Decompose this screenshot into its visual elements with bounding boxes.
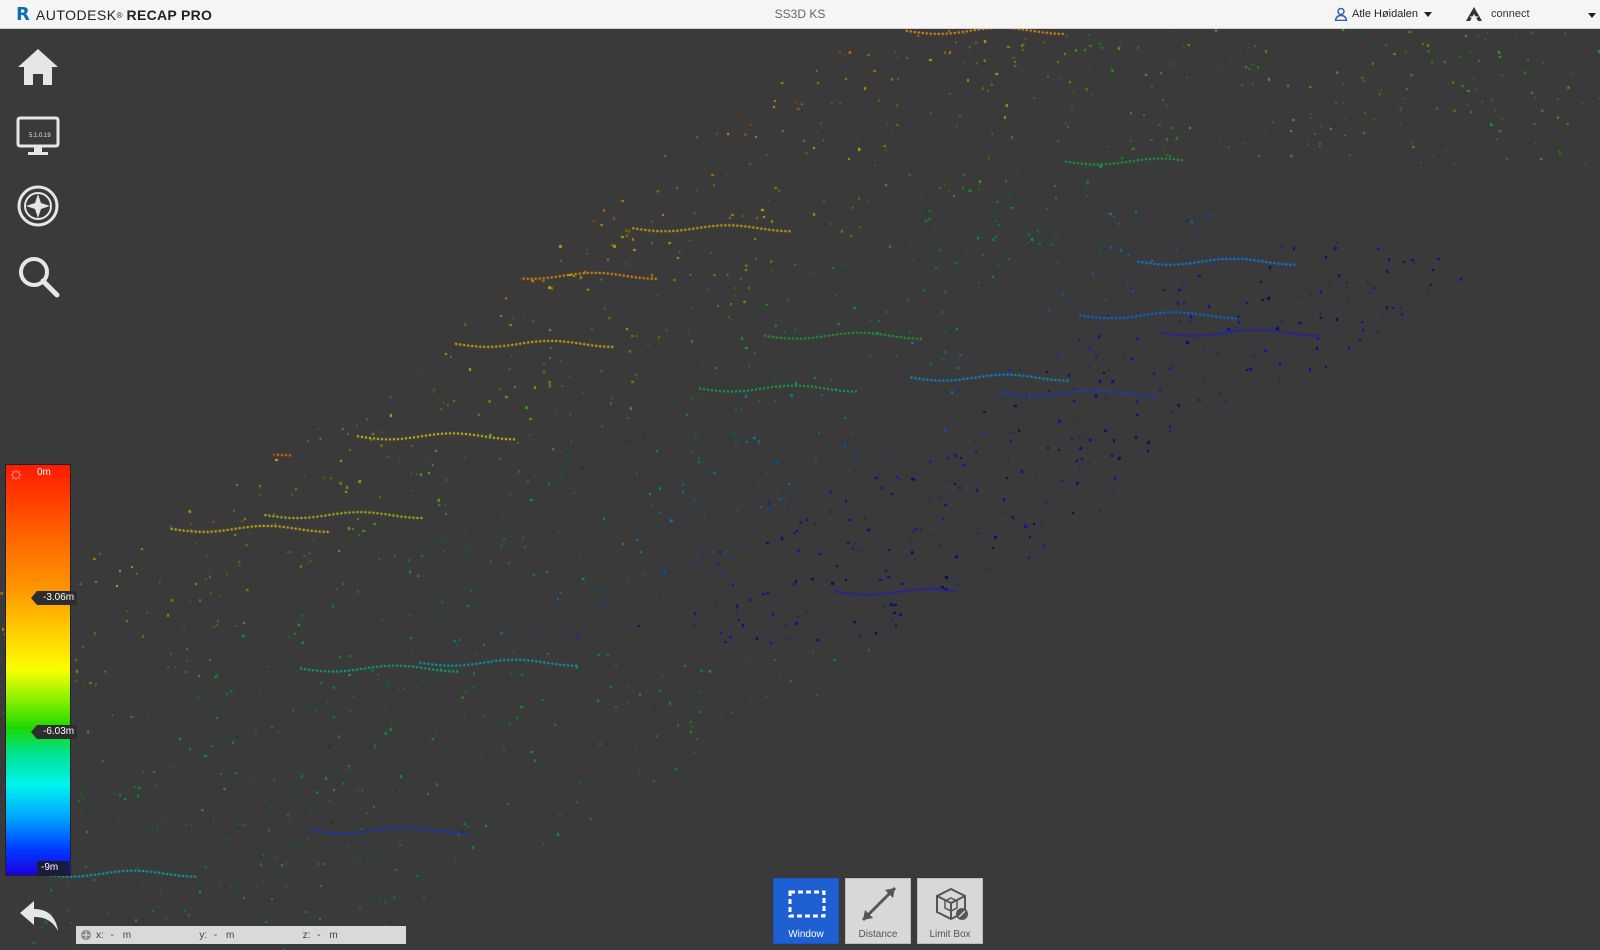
brand-logo: R AUTODESK ® RECAP PRO: [16, 5, 212, 25]
brand-registered-mark: ®: [116, 10, 123, 20]
connect-label: connect: [1491, 8, 1530, 20]
point-cloud-viewport[interactable]: 5.1.0.19 0m -3.06m -6.03m -9m x: - m y: …: [0, 29, 1600, 950]
compass-icon: [17, 185, 59, 227]
magnifier-icon: [19, 257, 60, 298]
legend-bottom-label: -9m: [37, 861, 69, 875]
gear-icon[interactable]: [10, 469, 22, 481]
brand-product: RECAP PRO: [126, 7, 213, 23]
home-button[interactable]: [14, 43, 62, 91]
recap-logo-icon: R: [16, 4, 30, 25]
tool-label: Limit Box: [929, 929, 971, 940]
tool-label: Window: [788, 929, 824, 940]
chevron-down-icon: [1424, 11, 1433, 17]
y-coordinate: y: - m: [199, 929, 235, 941]
limit-box-button[interactable]: Limit Box: [917, 878, 983, 944]
home-icon: [18, 49, 58, 85]
search-button[interactable]: [14, 252, 62, 300]
elevation-legend: 0m -3.06m -6.03m -9m: [5, 464, 78, 876]
legend-top-label: 0m: [37, 467, 51, 478]
distance-button[interactable]: Distance: [845, 878, 911, 944]
autodesk-a-icon: [1466, 7, 1482, 21]
z-coordinate: z: - m: [302, 929, 338, 941]
brand-company: AUTODESK: [35, 7, 117, 23]
user-icon: [1334, 7, 1348, 21]
measure-distance-icon: [861, 886, 897, 922]
legend-mid-label[interactable]: -6.03m: [30, 725, 78, 739]
title-bar: R AUTODESK ® RECAP PRO SS3D KS Atle Høid…: [0, 0, 1600, 29]
coordinate-icon: [80, 929, 92, 941]
coordinate-readout: x: - m y: - m z: - m: [76, 926, 406, 944]
window-select-icon: [788, 890, 826, 918]
back-button[interactable]: [14, 895, 64, 937]
measurement-toolbar: Window Distance Limit Box: [773, 878, 983, 944]
navigation-button[interactable]: [14, 182, 62, 230]
display-settings-button[interactable]: 5.1.0.19: [14, 112, 62, 160]
connect-dropdown-icon[interactable]: [1588, 13, 1596, 18]
window-select-button[interactable]: Window: [773, 878, 839, 944]
back-arrow-icon: [20, 901, 58, 931]
x-coordinate: x: - m: [96, 929, 132, 941]
connect-menu[interactable]: connect: [1465, 6, 1530, 22]
point-cloud-canvas[interactable]: [0, 29, 1600, 950]
user-name: Atle Høidalen: [1352, 8, 1419, 20]
legend-mid-label[interactable]: -3.06m: [30, 591, 78, 605]
limit-box-icon: [936, 887, 968, 921]
tool-label: Distance: [858, 929, 898, 940]
version-badge: 5.1.0.19: [29, 133, 51, 139]
legend-gradient: [5, 464, 71, 876]
user-menu[interactable]: Atle Høidalen: [1334, 7, 1433, 21]
